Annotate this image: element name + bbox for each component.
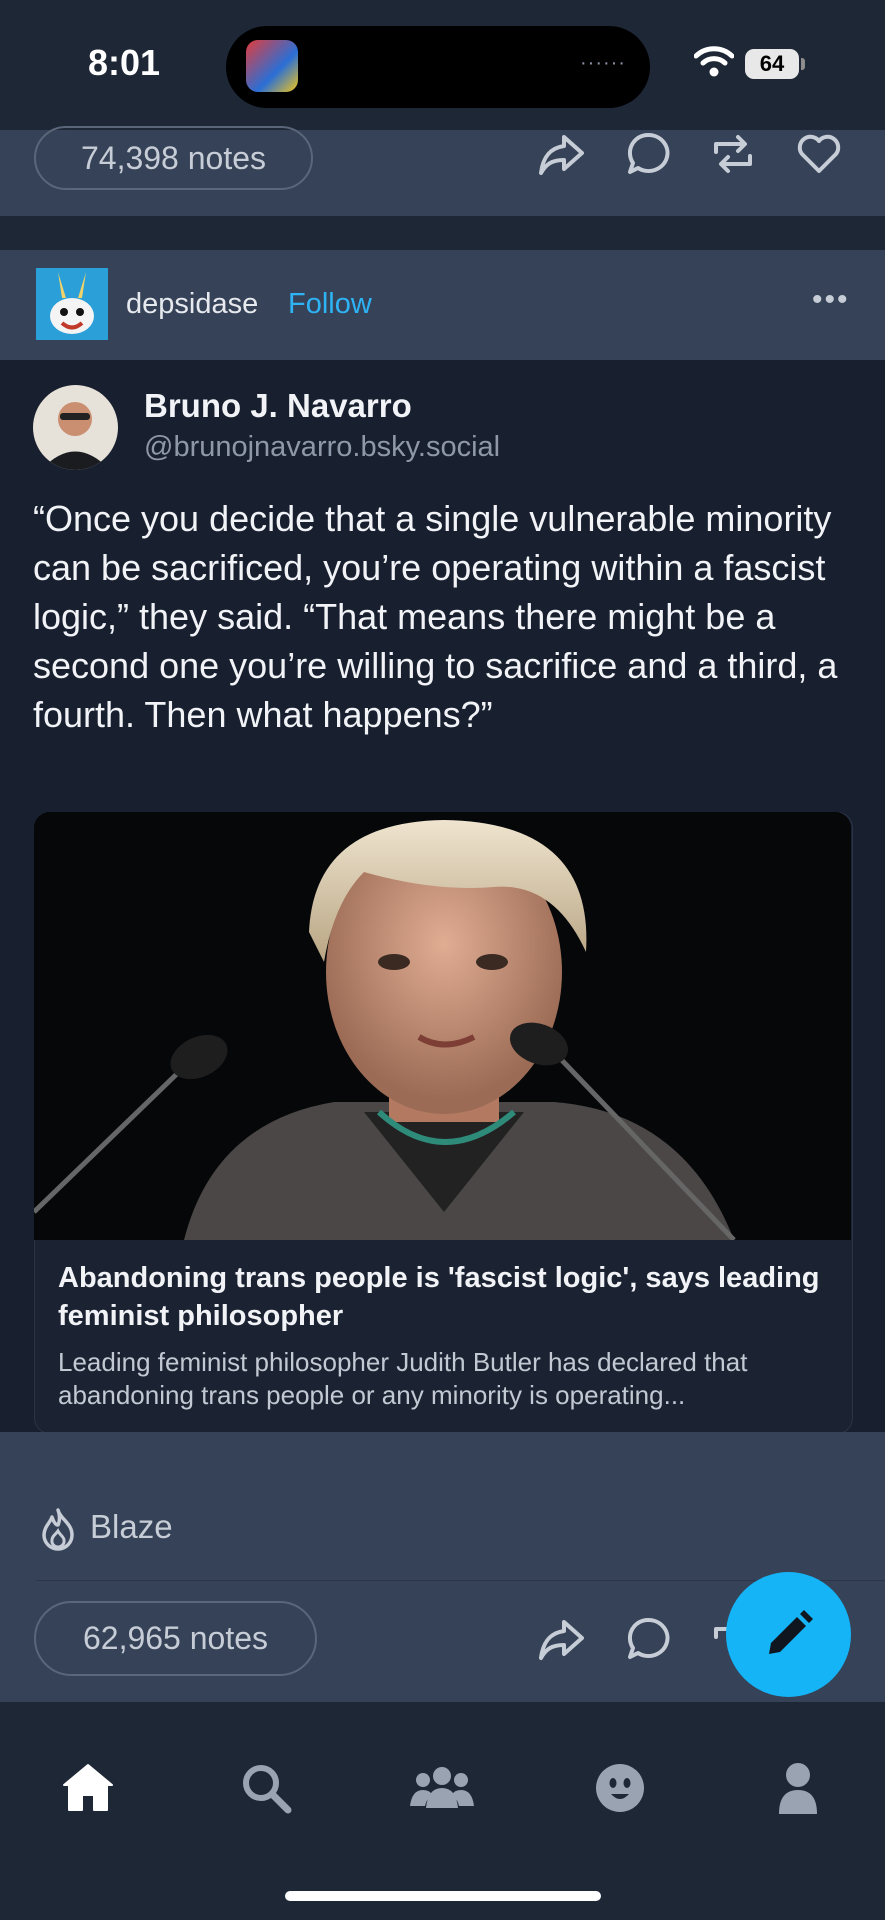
blog-avatar[interactable] <box>36 268 108 340</box>
heart-icon[interactable] <box>796 133 842 175</box>
share-icon[interactable] <box>538 1618 586 1662</box>
wifi-icon <box>694 46 734 77</box>
notes-count-button[interactable]: 62,965 notes <box>34 1601 317 1676</box>
live-activity-app-icon <box>246 40 298 92</box>
post-text: “Once you decide that a single vulnerabl… <box>33 498 838 735</box>
comment-icon[interactable] <box>626 1616 672 1662</box>
link-description: Leading feminist philosopher Judith Butl… <box>58 1347 748 1410</box>
blog-name[interactable]: depsidase <box>126 288 258 321</box>
link-preview-image[interactable] <box>34 812 851 1240</box>
author-name: Bruno J. Navarro <box>144 387 412 424</box>
battery-indicator: 64 <box>745 49 799 79</box>
home-icon[interactable] <box>62 1762 114 1812</box>
comment-icon[interactable] <box>626 131 672 177</box>
home-indicator <box>285 1891 601 1901</box>
activity-icon[interactable] <box>594 1762 646 1814</box>
post-separator <box>0 216 885 250</box>
compose-button[interactable] <box>726 1572 851 1697</box>
reblog-icon[interactable] <box>710 132 756 176</box>
blaze-button[interactable]: Blaze <box>90 1508 173 1546</box>
battery-nub <box>801 58 805 70</box>
follow-button[interactable]: Follow <box>288 288 372 321</box>
flame-icon[interactable] <box>40 1507 76 1551</box>
link-title[interactable]: Abandoning trans people is 'fascist logi… <box>58 1259 838 1335</box>
status-time: 8:01 <box>88 42 161 83</box>
author-handle: @brunojnavarro.bsky.social <box>144 431 501 463</box>
author-avatar[interactable] <box>33 385 118 470</box>
account-icon[interactable] <box>778 1762 818 1814</box>
notes-count-button[interactable]: 74,398 notes <box>34 126 313 190</box>
search-icon[interactable] <box>240 1762 292 1814</box>
share-icon[interactable] <box>538 133 586 177</box>
more-options-icon[interactable]: ••• <box>812 283 850 317</box>
island-dots-icon: ······ <box>580 52 626 74</box>
pencil-icon <box>769 1610 813 1654</box>
community-icon[interactable] <box>410 1762 474 1812</box>
